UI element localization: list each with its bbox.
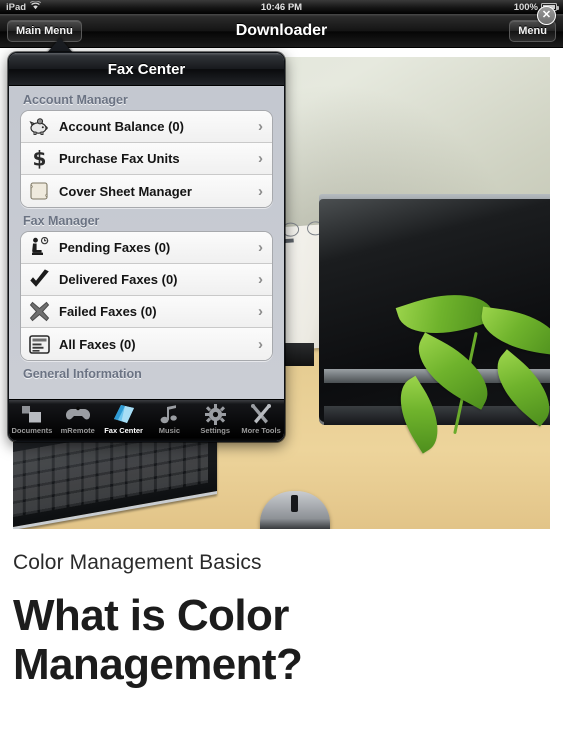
music-note-icon bbox=[157, 403, 181, 425]
tab-label: Fax Center bbox=[104, 426, 143, 435]
tab-more-tools[interactable]: More Tools bbox=[238, 400, 284, 435]
chevron-right-icon: › bbox=[258, 150, 263, 167]
chevron-right-icon: › bbox=[258, 303, 263, 320]
tab-label: More Tools bbox=[241, 426, 281, 435]
popover-title: Fax Center bbox=[9, 53, 284, 86]
group-fax-manager: Pending Faxes (0) › Delivered Faxes (0) … bbox=[20, 231, 273, 361]
list-item-label: Pending Faxes (0) bbox=[59, 240, 171, 255]
tab-settings[interactable]: Settings bbox=[192, 400, 238, 435]
chevron-right-icon: › bbox=[258, 118, 263, 135]
battery-percent-label: 100% bbox=[513, 1, 538, 13]
documents-icon bbox=[20, 403, 44, 425]
list-item-label: Account Balance (0) bbox=[59, 119, 184, 134]
gear-icon bbox=[203, 403, 227, 425]
svg-text:$: $ bbox=[32, 148, 46, 169]
list-item-all-faxes[interactable]: All Faxes (0) › bbox=[21, 328, 272, 360]
list-item-label: Cover Sheet Manager bbox=[59, 183, 192, 199]
dollar-sign-icon: $ bbox=[28, 148, 50, 170]
group-account-manager: Account Balance (0) › $ Purchase Fax Uni… bbox=[20, 110, 273, 208]
tab-label: Settings bbox=[200, 426, 231, 435]
page-title: Downloader bbox=[235, 22, 328, 39]
list-item-failed-faxes[interactable]: Failed Faxes (0) › bbox=[21, 296, 272, 328]
list-item-label: All Faxes (0) bbox=[59, 336, 136, 352]
headline-line-2: Management? bbox=[13, 640, 303, 690]
list-item-label: Failed Faxes (0) bbox=[59, 304, 157, 319]
list-item-account-balance[interactable]: Account Balance (0) › bbox=[21, 111, 272, 143]
list-item-purchase-fax-units[interactable]: $ Purchase Fax Units › bbox=[21, 143, 272, 175]
popover-body[interactable]: Account Manager Account Balance (0) › $ … bbox=[9, 87, 284, 441]
tab-mremote[interactable]: mRemote bbox=[55, 400, 101, 435]
list-item-delivered-faxes[interactable]: Delivered Faxes (0) › bbox=[21, 264, 272, 296]
fax-center-popover: Fax Center Account Manager Account Balan… bbox=[8, 52, 285, 442]
tab-documents[interactable]: Documents bbox=[9, 400, 55, 435]
chevron-right-icon: › bbox=[258, 335, 263, 353]
list-item-pending-faxes[interactable]: Pending Faxes (0) › bbox=[21, 232, 272, 264]
piggy-bank-icon bbox=[28, 116, 50, 138]
popover-arrow bbox=[47, 38, 73, 53]
list-item-label: Purchase Fax Units bbox=[59, 151, 180, 166]
tools-icon bbox=[249, 403, 273, 425]
close-icon[interactable]: ✕ bbox=[537, 6, 556, 25]
tab-fax-center[interactable]: Fax Center bbox=[101, 400, 147, 435]
status-bar-time: 10:46 PM bbox=[260, 1, 303, 13]
person-waiting-clock-icon bbox=[28, 237, 50, 259]
section-header-account-manager: Account Manager bbox=[23, 93, 128, 107]
gamepad-icon bbox=[65, 403, 90, 425]
checkmark-icon bbox=[28, 269, 50, 291]
tab-music[interactable]: Music bbox=[146, 400, 192, 435]
section-header-fax-manager: Fax Manager bbox=[23, 214, 100, 228]
article-headline: What is Color Management? bbox=[13, 591, 550, 690]
document-list-icon bbox=[28, 333, 50, 355]
fax-page-icon bbox=[112, 403, 136, 425]
tab-label: Music bbox=[158, 426, 181, 435]
chevron-right-icon: › bbox=[258, 239, 263, 256]
list-item-cover-sheet-manager[interactable]: Cover Sheet Manager › bbox=[21, 175, 272, 207]
tab-label: mRemote bbox=[60, 426, 95, 435]
headline-line-1: What is Color bbox=[13, 591, 289, 640]
article-kicker: Color Management Basics bbox=[13, 551, 262, 574]
scroll-document-icon bbox=[28, 180, 50, 202]
chevron-right-icon: › bbox=[258, 271, 263, 288]
list-item-label: Delivered Faxes (0) bbox=[59, 272, 178, 287]
navigation-bar: Main Menu Downloader Menu bbox=[0, 14, 563, 48]
section-header-general-information: General Information bbox=[23, 367, 142, 381]
status-bar: iPad 10:46 PM 100% bbox=[0, 0, 563, 14]
tab-label: Documents bbox=[11, 426, 53, 435]
tab-bar: Documents mRemote Fax Center Music Setti… bbox=[9, 399, 284, 441]
chevron-right-icon: › bbox=[258, 182, 263, 200]
x-cross-icon bbox=[28, 301, 50, 323]
